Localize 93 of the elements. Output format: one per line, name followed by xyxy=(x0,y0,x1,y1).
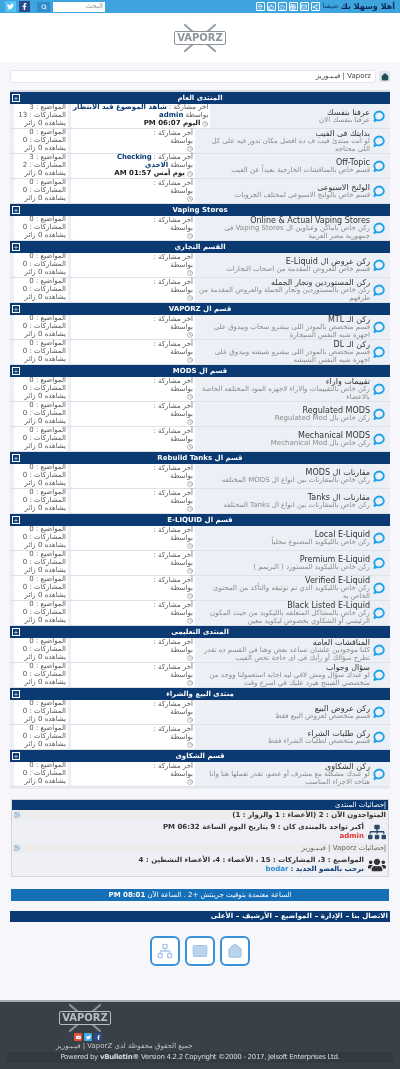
greeting-text: أهلا وسهلا بك xyxy=(340,1,395,12)
play-icon xyxy=(75,1034,81,1040)
forum-bubble-icon xyxy=(373,407,386,421)
forum-bubble-icon xyxy=(373,134,386,148)
bird-icon xyxy=(85,1034,91,1040)
clock-icon xyxy=(187,542,193,549)
forum-title[interactable]: Black Listed E-Liquid xyxy=(198,601,370,610)
forum-bubble-icon xyxy=(373,494,386,508)
forum-bubble-icon xyxy=(373,469,386,483)
clock-icon xyxy=(187,418,193,425)
logo-text: VAPORZ xyxy=(174,30,226,45)
forum-title[interactable]: Local E-Liquid xyxy=(198,529,370,539)
forum-title[interactable]: ركن عروض ال E-Liquid xyxy=(198,256,370,266)
clock-icon xyxy=(187,393,193,400)
forum-title[interactable]: Verified E-Liquid xyxy=(198,576,370,585)
clock-icon xyxy=(187,741,193,748)
clock-icon xyxy=(187,679,193,686)
clock-icon xyxy=(187,592,193,599)
facebook-icon xyxy=(95,1034,101,1040)
clock-icon xyxy=(187,145,193,152)
forum-bubble-icon xyxy=(373,432,386,446)
clock-icon xyxy=(187,170,193,177)
forum-title[interactable]: ركن الـ MTL xyxy=(198,315,370,324)
forum-bubble-icon xyxy=(373,109,386,123)
forum-title[interactable]: Off-Topic xyxy=(198,157,370,167)
forum-bubble-icon xyxy=(373,345,386,359)
forum-title[interactable]: مقارنات ال MODS xyxy=(198,467,370,477)
facebook-icon xyxy=(21,3,28,10)
clock-icon xyxy=(187,567,193,574)
forum-bubble-icon xyxy=(373,320,386,334)
clock-icon xyxy=(187,232,193,239)
forum-bubble-icon xyxy=(373,767,386,781)
clock-icon xyxy=(187,269,193,276)
home-icon xyxy=(227,943,243,959)
clock-icon xyxy=(187,331,193,338)
forum-title[interactable]: عرفنا بنفسك xyxy=(213,107,370,117)
forum-title[interactable]: سؤال وجواب xyxy=(198,663,370,672)
forum-bubble-icon xyxy=(373,184,386,198)
clock-icon xyxy=(202,120,209,127)
forum-bubble-icon xyxy=(373,556,386,570)
forum-title[interactable]: Regulated MODS xyxy=(198,405,370,415)
home-button[interactable] xyxy=(379,71,390,82)
search-icon xyxy=(40,3,47,10)
forum-title[interactable]: ركن المستوردين وتجار الجمله xyxy=(198,278,370,287)
forum-title[interactable]: ركن عروض البيع xyxy=(198,703,370,713)
sitemap-button[interactable] xyxy=(150,936,180,966)
sitemap-icon xyxy=(157,943,173,959)
forum-title[interactable]: Premium E-Liquid xyxy=(198,554,370,564)
clock-icon xyxy=(187,778,193,785)
facebook-button[interactable] xyxy=(94,1033,102,1041)
clock-icon xyxy=(187,443,193,450)
forum-title[interactable]: الولنج الاسبوعى xyxy=(198,182,370,192)
image-icon xyxy=(14,812,20,818)
image-icon xyxy=(14,845,20,851)
forum-title[interactable]: ركن طلبات الشراء xyxy=(198,728,370,738)
clock-icon xyxy=(187,716,193,723)
logo-text: VAPORZ xyxy=(59,1011,111,1025)
forum-bubble-icon xyxy=(373,382,386,396)
forum-title[interactable]: بدايتك فى الفيب xyxy=(198,129,370,138)
forum-bubble-icon xyxy=(373,531,386,545)
clock-icon xyxy=(187,480,193,487)
facebook-button[interactable] xyxy=(19,1,30,12)
clock-icon xyxy=(187,505,193,512)
forum-bubble-icon xyxy=(373,730,386,744)
forum-bubble-icon xyxy=(373,606,386,620)
forum-title[interactable]: مقارنات ال Tanks xyxy=(198,492,370,502)
forum-title[interactable]: ركن الشكاوى xyxy=(198,762,370,771)
forum-bubble-icon xyxy=(373,283,386,297)
clock-icon xyxy=(187,294,193,301)
forum-bubble-icon xyxy=(373,159,386,173)
clock-icon xyxy=(187,195,193,202)
clock-icon xyxy=(187,617,193,624)
search-button[interactable] xyxy=(37,1,50,12)
mail-button[interactable] xyxy=(185,936,215,966)
forum-bubble-icon xyxy=(373,643,386,657)
forum-title[interactable]: المناقشات العامه xyxy=(198,638,370,647)
forum-title[interactable]: تقييمات واراء xyxy=(198,377,370,386)
forum-bubble-icon xyxy=(373,221,386,235)
youtube-button[interactable] xyxy=(74,1033,82,1041)
clock-icon xyxy=(187,356,193,363)
forum-bubble-icon xyxy=(373,258,386,272)
home-icon xyxy=(380,72,389,81)
clock-icon xyxy=(187,654,193,661)
forum-title[interactable]: Online & Actual Vaping Stores xyxy=(198,216,370,225)
forum-title[interactable]: ركن الـ DL xyxy=(198,340,370,349)
twitter-button[interactable] xyxy=(84,1033,92,1041)
home-button[interactable] xyxy=(220,936,250,966)
forum-bubble-icon xyxy=(373,581,386,595)
forum-title[interactable]: Mechanical MODS xyxy=(198,430,370,440)
bird-icon xyxy=(7,3,14,10)
forum-bubble-icon xyxy=(373,668,386,682)
sitemap-icon xyxy=(368,822,386,841)
forum-bubble-icon xyxy=(373,705,386,719)
